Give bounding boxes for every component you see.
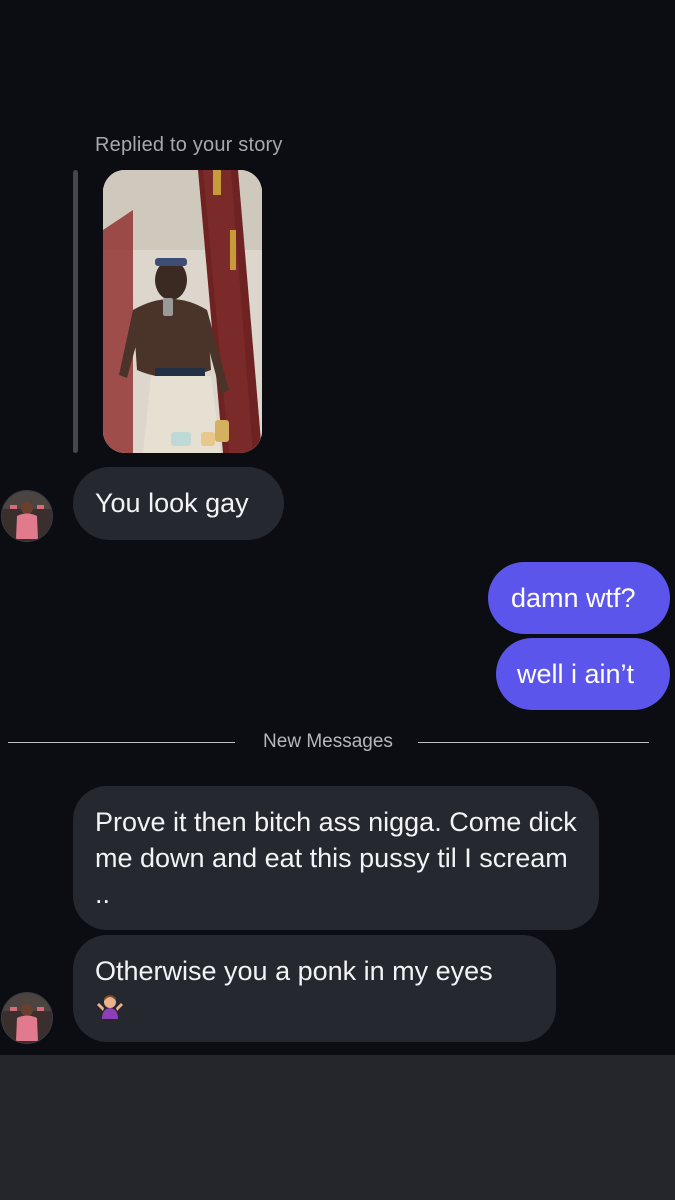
divider-line-right bbox=[418, 742, 649, 743]
message-text: You look gay bbox=[95, 488, 249, 518]
avatar-image bbox=[2, 993, 52, 1043]
contact-avatar[interactable] bbox=[1, 490, 53, 542]
message-bubble-outgoing[interactable]: damn wtf? bbox=[488, 562, 670, 634]
story-photo bbox=[103, 170, 262, 453]
story-reply-label: Replied to your story bbox=[95, 134, 283, 156]
message-text: Prove it then bitch ass nigga. Come dick… bbox=[95, 807, 577, 909]
message-text: Otherwise you a ponk in my eyes bbox=[95, 956, 493, 986]
reply-quote-bar bbox=[73, 170, 78, 453]
message-bubble-incoming[interactable]: Prove it then bitch ass nigga. Come dick… bbox=[73, 786, 599, 930]
contact-avatar[interactable] bbox=[1, 992, 53, 1044]
message-text: well i ain’t bbox=[517, 659, 635, 689]
person-shrugging-emoji bbox=[95, 991, 125, 1030]
composer-area bbox=[0, 1055, 675, 1200]
message-text: damn wtf? bbox=[511, 583, 636, 613]
message-bubble-incoming[interactable]: You look gay bbox=[73, 467, 284, 540]
message-bubble-outgoing[interactable]: well i ain’t bbox=[496, 638, 670, 710]
story-thumbnail[interactable] bbox=[103, 170, 262, 453]
chat-thread: Replied to your story You look gay damn … bbox=[0, 0, 675, 1055]
avatar-image bbox=[2, 491, 52, 541]
message-bubble-incoming[interactable]: Otherwise you a ponk in my eyes bbox=[73, 935, 556, 1042]
